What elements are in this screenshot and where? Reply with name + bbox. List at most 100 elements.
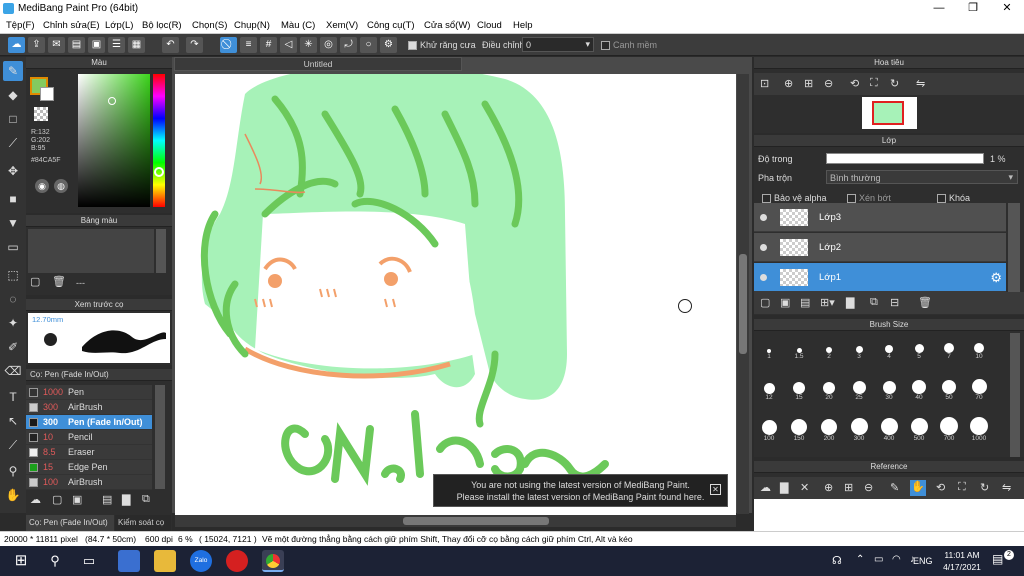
- brush-size-option[interactable]: 5: [904, 333, 934, 363]
- brush-size-option[interactable]: 50: [934, 374, 964, 404]
- menu-item-2[interactable]: Lớp(L): [105, 20, 133, 31]
- snap-checkbox[interactable]: [601, 41, 610, 51]
- hue-slider[interactable]: [153, 74, 165, 207]
- brush-size-option[interactable]: 20: [814, 374, 844, 404]
- reference-area[interactable]: [754, 499, 1024, 531]
- actual-size-icon[interactable]: ⊞: [804, 77, 813, 90]
- gear-icon[interactable]: ⚙: [990, 270, 1002, 286]
- canvas-tab[interactable]: Untitled: [174, 57, 462, 71]
- notification-center-icon[interactable]: ▤: [992, 552, 1003, 566]
- brush-item[interactable]: 8.5 Eraser: [26, 445, 152, 460]
- eye-icon[interactable]: [760, 274, 767, 281]
- brush-item[interactable]: 1000 Pen: [26, 385, 152, 400]
- menu-item-3[interactable]: Bộ lọc(R): [142, 20, 182, 31]
- search-icon[interactable]: ⚲: [44, 550, 66, 572]
- gradient-tool-icon[interactable]: ▭: [3, 237, 23, 257]
- ref-cloud-icon[interactable]: ☁: [760, 481, 771, 494]
- brush-size-option[interactable]: 25: [844, 374, 874, 404]
- brush-size-option[interactable]: 15: [784, 374, 814, 404]
- magic-wand-icon[interactable]: ✦: [3, 313, 23, 333]
- lasso-tool-icon[interactable]: ◌: [3, 289, 23, 309]
- brush-size-option[interactable]: 7: [934, 333, 964, 363]
- brush-size-option[interactable]: 1: [754, 333, 784, 363]
- ref-fit-window-icon[interactable]: ⛶: [958, 481, 966, 494]
- antialias-toggle[interactable]: Khử răng cưa: [408, 40, 476, 51]
- zoom-in-icon[interactable]: ⊕: [784, 77, 793, 90]
- navigator-viewport[interactable]: [872, 101, 904, 125]
- cross-snap-icon[interactable]: #: [260, 37, 277, 53]
- rect-tool-icon[interactable]: □: [3, 109, 23, 129]
- tab-brush-control[interactable]: Kiểm soát cọ: [115, 515, 171, 531]
- lock-toggle[interactable]: Khóa: [937, 193, 970, 204]
- divide-tool-icon[interactable]: ⟋: [3, 435, 23, 455]
- opacity-slider[interactable]: [826, 153, 984, 164]
- brush-size-option[interactable]: 100: [754, 415, 784, 445]
- layer-row[interactable]: Lớp2: [754, 233, 1006, 262]
- tab-brush[interactable]: Cọ: Pen (Fade In/Out): [26, 515, 114, 531]
- brush-item[interactable]: 100 AirBrush: [26, 475, 152, 490]
- brush-size-option[interactable]: 1.5: [784, 333, 814, 363]
- add-brush-icon[interactable]: ▣: [72, 493, 82, 506]
- brush-tool-icon[interactable]: ✎: [3, 61, 23, 81]
- bucket-tool-icon[interactable]: ▼: [3, 213, 23, 233]
- protect-alpha-checkbox[interactable]: [762, 194, 771, 204]
- vanishing-snap-icon[interactable]: ◁: [280, 37, 297, 53]
- brush-item[interactable]: 15 Edge Pen: [26, 460, 152, 475]
- circle-snap-icon[interactable]: ◎: [320, 37, 337, 53]
- menu-item-10[interactable]: Cloud: [477, 20, 502, 31]
- select-pen-icon[interactable]: ✐: [3, 337, 23, 357]
- brush-folder-icon[interactable]: ▇: [122, 493, 130, 506]
- duplicate-layer-icon[interactable]: ⧉: [870, 296, 878, 309]
- brush-size-option[interactable]: 150: [784, 415, 814, 445]
- select-eraser-icon[interactable]: ⌫: [3, 361, 23, 381]
- close-icon[interactable]: ✕: [990, 0, 1024, 17]
- color-cursor[interactable]: [108, 97, 116, 105]
- network-icon[interactable]: ▭: [874, 554, 883, 565]
- ref-hand-icon[interactable]: ✋: [910, 480, 926, 496]
- windows-start-icon[interactable]: ⊞: [10, 550, 32, 572]
- parallel-snap-icon[interactable]: ≡: [240, 37, 257, 53]
- grid-icon[interactable]: ▦: [128, 37, 145, 53]
- clipping-toggle[interactable]: Xén bớt: [847, 193, 891, 204]
- brush-size-option[interactable]: 2: [814, 333, 844, 363]
- layer-row[interactable]: Lớp3: [754, 203, 1006, 232]
- menu-item-4[interactable]: Chọn(S): [192, 20, 227, 31]
- brush-size-option[interactable]: 30: [874, 374, 904, 404]
- brush-size-option[interactable]: 40: [904, 374, 934, 404]
- move-tool-icon[interactable]: ✥: [3, 161, 23, 181]
- fit-window-icon[interactable]: ⛶: [870, 77, 878, 90]
- brush-cloud-icon[interactable]: ☁: [30, 493, 41, 506]
- eyedropper-icon[interactable]: ⚲: [3, 461, 23, 481]
- hue-handle[interactable]: [154, 167, 164, 177]
- ref-open-icon[interactable]: ▇: [780, 481, 788, 494]
- eye-icon[interactable]: [760, 214, 767, 221]
- line-tool-icon[interactable]: ⟋: [3, 133, 23, 153]
- new-8bit-layer-icon[interactable]: ▤: [800, 296, 810, 309]
- menu-item-11[interactable]: Help: [513, 20, 533, 31]
- fit-icon[interactable]: ⊡: [760, 77, 769, 90]
- menu-item-8[interactable]: Công cụ(T): [367, 20, 415, 31]
- undo-icon[interactable]: ↶: [162, 37, 179, 53]
- chat-icon[interactable]: ▤: [68, 37, 85, 53]
- new-layer-icon[interactable]: ▢: [760, 296, 770, 309]
- ref-flip-icon[interactable]: ⇋: [1002, 481, 1011, 494]
- operation-tool-icon[interactable]: ↖: [3, 411, 23, 431]
- people-icon[interactable]: ☊: [832, 554, 842, 567]
- radial-snap-icon[interactable]: ✳: [300, 37, 317, 53]
- cloud-icon[interactable]: ☁: [8, 37, 25, 53]
- ref-close-icon[interactable]: ✕: [800, 481, 809, 494]
- brush-size-option[interactable]: 70: [964, 374, 994, 404]
- settings-icon[interactable]: ⚙: [380, 37, 397, 53]
- brush-size-scrollbar[interactable]: [1010, 333, 1020, 457]
- rotate-icon[interactable]: ⟲: [850, 77, 859, 90]
- page-icon[interactable]: ▣: [88, 37, 105, 53]
- brush-size-option[interactable]: 700: [934, 415, 964, 445]
- menu-item-5[interactable]: Chụp(N): [234, 20, 270, 31]
- delete-layer-icon[interactable]: 🗑: [918, 296, 932, 309]
- navigator-thumbnail[interactable]: [862, 97, 917, 129]
- brush-size-option[interactable]: 400: [874, 415, 904, 445]
- menu-item-9[interactable]: Cửa sổ(W): [424, 20, 470, 31]
- zalo-icon[interactable]: Zalo: [190, 550, 212, 572]
- color-wheel-icon[interactable]: ◉: [35, 179, 49, 193]
- wifi-icon[interactable]: ◠: [892, 554, 901, 565]
